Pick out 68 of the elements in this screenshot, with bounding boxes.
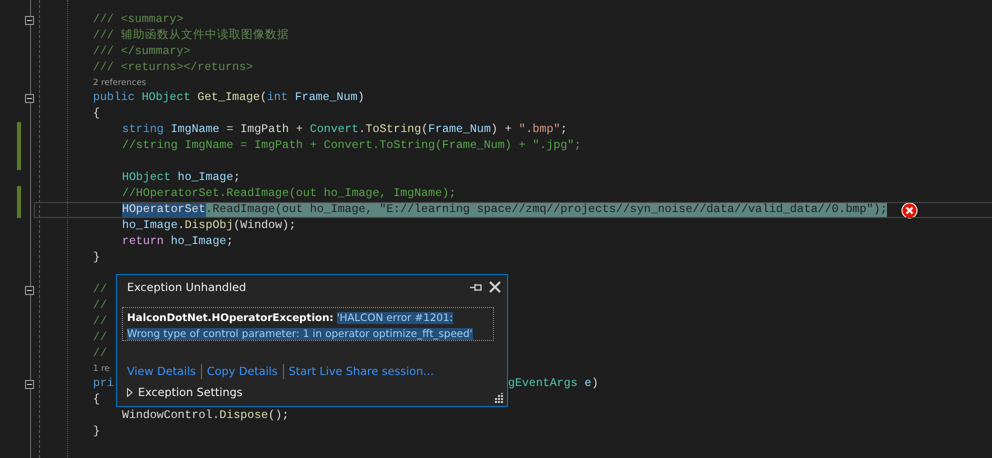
code-text: string	[122, 122, 165, 138]
close-icon[interactable]	[489, 281, 501, 293]
code-text: ho_Image	[178, 170, 234, 186]
details-link[interactable]: Start Live Share session...	[288, 365, 434, 378]
code-text: (	[421, 122, 428, 138]
caret-right-icon	[127, 388, 133, 397]
code-text: ho_Image	[122, 218, 178, 234]
code-text: pri	[93, 376, 114, 392]
code-text: Dispose	[219, 408, 268, 424]
code-text: .	[358, 122, 366, 138]
code-text: ();	[268, 408, 289, 424]
code-text: /// <returns></returns>	[93, 60, 254, 76]
code-text: DispObj	[184, 218, 234, 234]
code-text: )	[357, 90, 364, 106]
code-text: /// </summary>	[93, 44, 190, 60]
code-text: {	[93, 392, 100, 408]
code-text: }	[93, 250, 100, 266]
code-text: .ReadImage(out ho_Image, "E://learning space//zmq//projects//syn_noise//data//valid_data//0.bmp");	[206, 202, 888, 218]
code-text: gEventArgs	[508, 376, 579, 392]
code-text: Get_Image	[197, 90, 260, 106]
exception-settings-toggle[interactable]: Exception Settings	[127, 386, 243, 399]
details-link[interactable]: View Details	[127, 365, 196, 378]
code-text: .	[212, 408, 220, 424]
code-text: //	[93, 298, 107, 314]
code-text: //string ImgName = ImgPath + Convert.ToString(Frame_Num) + ".jpg";	[122, 138, 582, 154]
code-text: )	[592, 376, 598, 392]
code-text: //	[93, 282, 107, 298]
code-text: ) +	[490, 122, 513, 138]
code-text: int	[266, 90, 289, 106]
collapse-icon[interactable]	[25, 94, 34, 102]
code-text: ;	[560, 122, 568, 138]
code-text: public	[93, 90, 136, 106]
code-text: return	[122, 234, 165, 250]
code-text: ho_Image	[170, 234, 226, 250]
code-text: ImgName	[170, 122, 220, 138]
code-text: //HOperatorSet.ReadImage(out ho_Image, ImgName);	[122, 186, 456, 202]
code-text: = ImgPath +	[225, 122, 304, 138]
code-text: .	[178, 218, 185, 234]
code-text: ;	[233, 170, 240, 186]
details-link[interactable]: Copy Details	[206, 365, 278, 378]
codelens-references[interactable]: 1 re	[93, 364, 110, 374]
code-text: ".bmp"	[518, 122, 560, 138]
code-text: (	[260, 90, 267, 106]
code-text: (Window);	[233, 218, 296, 234]
code-text: /// 辅助函数从文件中读取图像数据	[93, 28, 289, 44]
collapse-icon[interactable]	[25, 380, 34, 388]
code-text: //	[93, 346, 107, 362]
code-text: //	[93, 330, 107, 346]
code-text: WindowControl	[122, 408, 212, 424]
popup-title: Exception Unhandled	[127, 280, 248, 294]
code-text: ToString	[366, 122, 422, 138]
code-text: Frame_Num	[294, 90, 358, 106]
code-text: HObject	[122, 170, 172, 186]
pin-icon[interactable]	[470, 282, 483, 292]
collapse-icon[interactable]	[25, 16, 34, 24]
resize-grip-icon[interactable]	[494, 393, 504, 403]
code-text: Convert	[310, 122, 359, 138]
code-text: {	[93, 106, 100, 122]
collapse-icon[interactable]	[25, 286, 34, 294]
code-text: }	[93, 424, 100, 440]
code-text: e	[584, 376, 592, 392]
code-text: Frame_Num	[428, 122, 491, 138]
code-text: //	[93, 314, 107, 330]
code-text: HObject	[142, 90, 192, 106]
codelens-references[interactable]: 2 references	[93, 78, 146, 88]
code-text: ;	[226, 234, 234, 250]
code-text: /// <summary>	[93, 12, 184, 28]
exception-message: HalconDotNet.HOperatorException: 'HALCON error #1201: Wrong type of control parameter: 1 in operator optimize_fft_speed'	[122, 307, 494, 341]
